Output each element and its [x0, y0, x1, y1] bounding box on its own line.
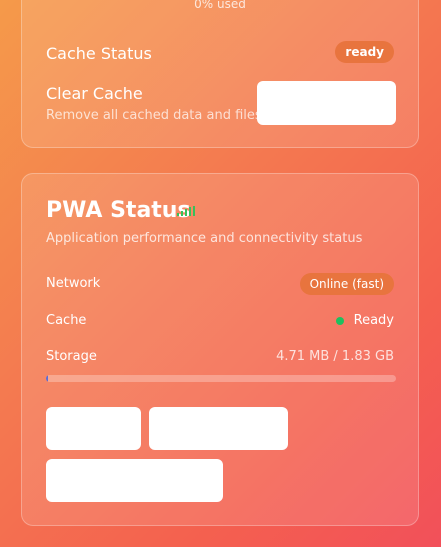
cache-status-value: Ready — [353, 313, 394, 328]
storage-label: Storage — [46, 349, 97, 364]
network-label: Network — [46, 276, 101, 291]
storage-used-text: 0% used — [194, 0, 246, 11]
cache-status: Ready — [335, 313, 394, 328]
status-dot-icon — [335, 316, 344, 325]
action-button-2[interactable] — [149, 407, 288, 450]
cache-card: 0% used Cache Status ready Clear Cache R… — [21, 0, 419, 148]
cache-label: Cache — [46, 313, 87, 328]
clear-cache-title: Clear Cache — [46, 84, 143, 103]
storage-progress-bar — [46, 375, 396, 382]
pwa-status-subtitle: Application performance and connectivity… — [46, 231, 363, 246]
pwa-status-card: PWA Status Application performance and c… — [21, 173, 419, 526]
cache-status-badge: ready — [335, 41, 394, 63]
storage-progress-fill — [46, 375, 48, 382]
storage-value: 4.71 MB / 1.83 GB — [276, 349, 394, 364]
cache-status-label: Cache Status — [46, 44, 152, 63]
action-button-3[interactable] — [46, 459, 223, 502]
clear-cache-button[interactable] — [257, 81, 396, 125]
signal-strength-icon — [177, 206, 195, 216]
network-status-badge: Online (fast) — [299, 273, 394, 295]
action-button-1[interactable] — [46, 407, 141, 450]
pwa-status-title: PWA Status — [46, 198, 191, 223]
clear-cache-description: Remove all cached data and files — [46, 108, 262, 123]
